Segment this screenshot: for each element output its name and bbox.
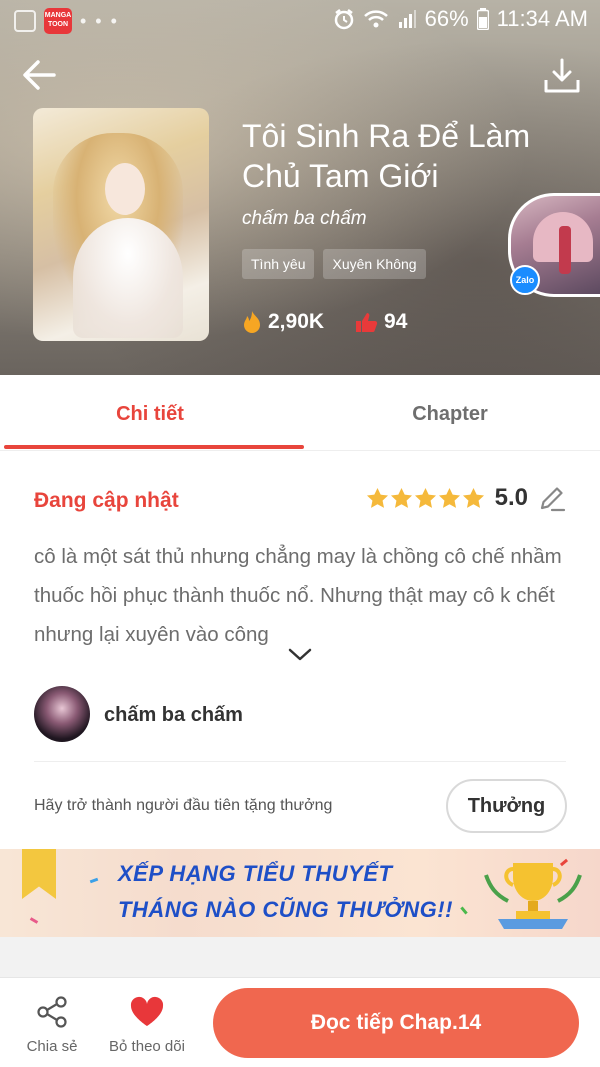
battery-percent: 66% [424, 6, 469, 31]
star-icon [366, 487, 388, 508]
battery-icon [476, 8, 489, 30]
share-icon [37, 996, 67, 1028]
active-tab-indicator [4, 445, 304, 449]
bookmark-ribbon-icon [22, 849, 56, 899]
chevron-down-icon[interactable] [287, 647, 313, 663]
notification-icon [14, 10, 36, 32]
comic-author[interactable]: chấm ba chấm [242, 208, 367, 230]
more-notifications-icon: • • • [80, 10, 119, 31]
clock: 11:34 AM [496, 6, 588, 31]
synopsis: cô là một sát thủ nhưng chẳng may là chồ… [34, 545, 562, 646]
author-row[interactable]: chấm ba chấm [34, 686, 566, 762]
wifi-icon [363, 10, 388, 28]
comic-header: MANGA TOON • • • 66% 11:34 AM Tôi Sinh R… [0, 0, 600, 375]
fire-icon [244, 311, 260, 333]
author-name[interactable]: chấm ba chấm [104, 704, 243, 727]
star-icon [390, 487, 412, 508]
unfollow-label: Bỏ theo dõi [109, 1038, 185, 1055]
reward-prompt: Hãy trở thành người đầu tiên tặng thưởng [34, 797, 333, 814]
signal-icon [398, 10, 416, 28]
unfollow-button[interactable]: Bỏ theo dõi [100, 994, 194, 1055]
comic-title: Tôi Sinh Ra Để Làm Chủ Tam Giới [242, 118, 531, 194]
section-divider [0, 937, 600, 977]
genre-tag[interactable]: Xuyên Không [323, 249, 426, 279]
banner-title-line2: THÁNG NÀO CŨNG THƯỞNG!! [118, 897, 453, 922]
rating: 5.0 [366, 484, 566, 512]
comic-stats: 2,90K 94 [242, 310, 437, 334]
like-icon [356, 313, 378, 332]
zalo-badge[interactable]: Zalo [510, 265, 540, 295]
star-icon [462, 487, 484, 508]
rating-value: 5.0 [494, 484, 528, 511]
share-label: Chia sẻ [26, 1038, 78, 1055]
banner-title-line1: XẾP HẠNG TIỂU THUYẾT [118, 861, 393, 886]
continue-reading-button[interactable]: Đọc tiếp Chap.14 [213, 988, 579, 1058]
reward-button[interactable]: Thưởng [446, 779, 567, 833]
cover-image [33, 108, 209, 341]
star-icon [414, 487, 436, 508]
promo-banner[interactable]: XẾP HẠNG TIỂU THUYẾT THÁNG NÀO CŨNG THƯỞ… [0, 849, 600, 937]
share-button[interactable]: Chia sẻ [22, 994, 82, 1055]
views-count: 2,90K [268, 310, 325, 333]
app-badge: MANGA TOON [44, 8, 72, 34]
genre-tag[interactable]: Tình yêu [242, 249, 315, 279]
tab-bar: Chi tiết Chapter [0, 375, 600, 451]
download-icon[interactable] [542, 56, 582, 96]
tab-details[interactable]: Chi tiết [0, 375, 300, 451]
avatar[interactable] [34, 686, 90, 742]
trophy-icon [484, 863, 582, 929]
star-icon [438, 487, 460, 508]
star-rating[interactable] [366, 487, 485, 509]
update-status: Đang cập nhật [34, 489, 179, 512]
heart-icon [130, 996, 164, 1026]
back-arrow-icon[interactable] [18, 54, 60, 96]
genre-tags: Tình yêu Xuyên Không [242, 249, 426, 279]
tab-chapter[interactable]: Chapter [300, 375, 600, 451]
bottom-action-bar: Chia sẻ Bỏ theo dõi Đọc tiếp Chap.14 [0, 977, 600, 1067]
status-bar: MANGA TOON • • • 66% 11:34 AM [0, 0, 600, 40]
likes-count: 94 [384, 310, 408, 333]
edit-pencil-icon[interactable] [538, 484, 566, 512]
alarm-icon [334, 9, 353, 30]
